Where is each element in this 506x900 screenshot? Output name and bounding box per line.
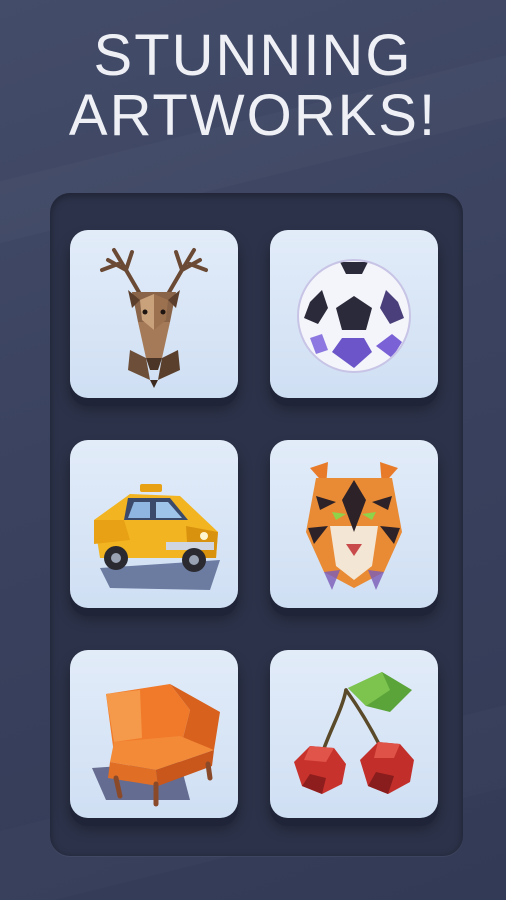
taxi-icon: [94, 484, 220, 590]
artwork-tile-tiger[interactable]: [270, 440, 438, 608]
title-line-1: STUNNING: [93, 23, 413, 88]
cherries-icon: [294, 672, 414, 794]
page-title: STUNNING ARTWORKS!: [0, 26, 506, 146]
artwork-tile-cherries[interactable]: [270, 650, 438, 818]
artwork-tile-soccer-ball[interactable]: [270, 230, 438, 398]
armchair-icon: [92, 684, 220, 807]
artwork-tile-deer[interactable]: [70, 230, 238, 398]
artwork-tile-armchair[interactable]: [70, 650, 238, 818]
title-line-2: ARTWORKS!: [68, 83, 438, 148]
tiger-icon: [306, 462, 402, 590]
soccer-ball-icon: [297, 259, 411, 373]
deer-icon: [100, 248, 208, 388]
artwork-tile-taxi[interactable]: [70, 440, 238, 608]
